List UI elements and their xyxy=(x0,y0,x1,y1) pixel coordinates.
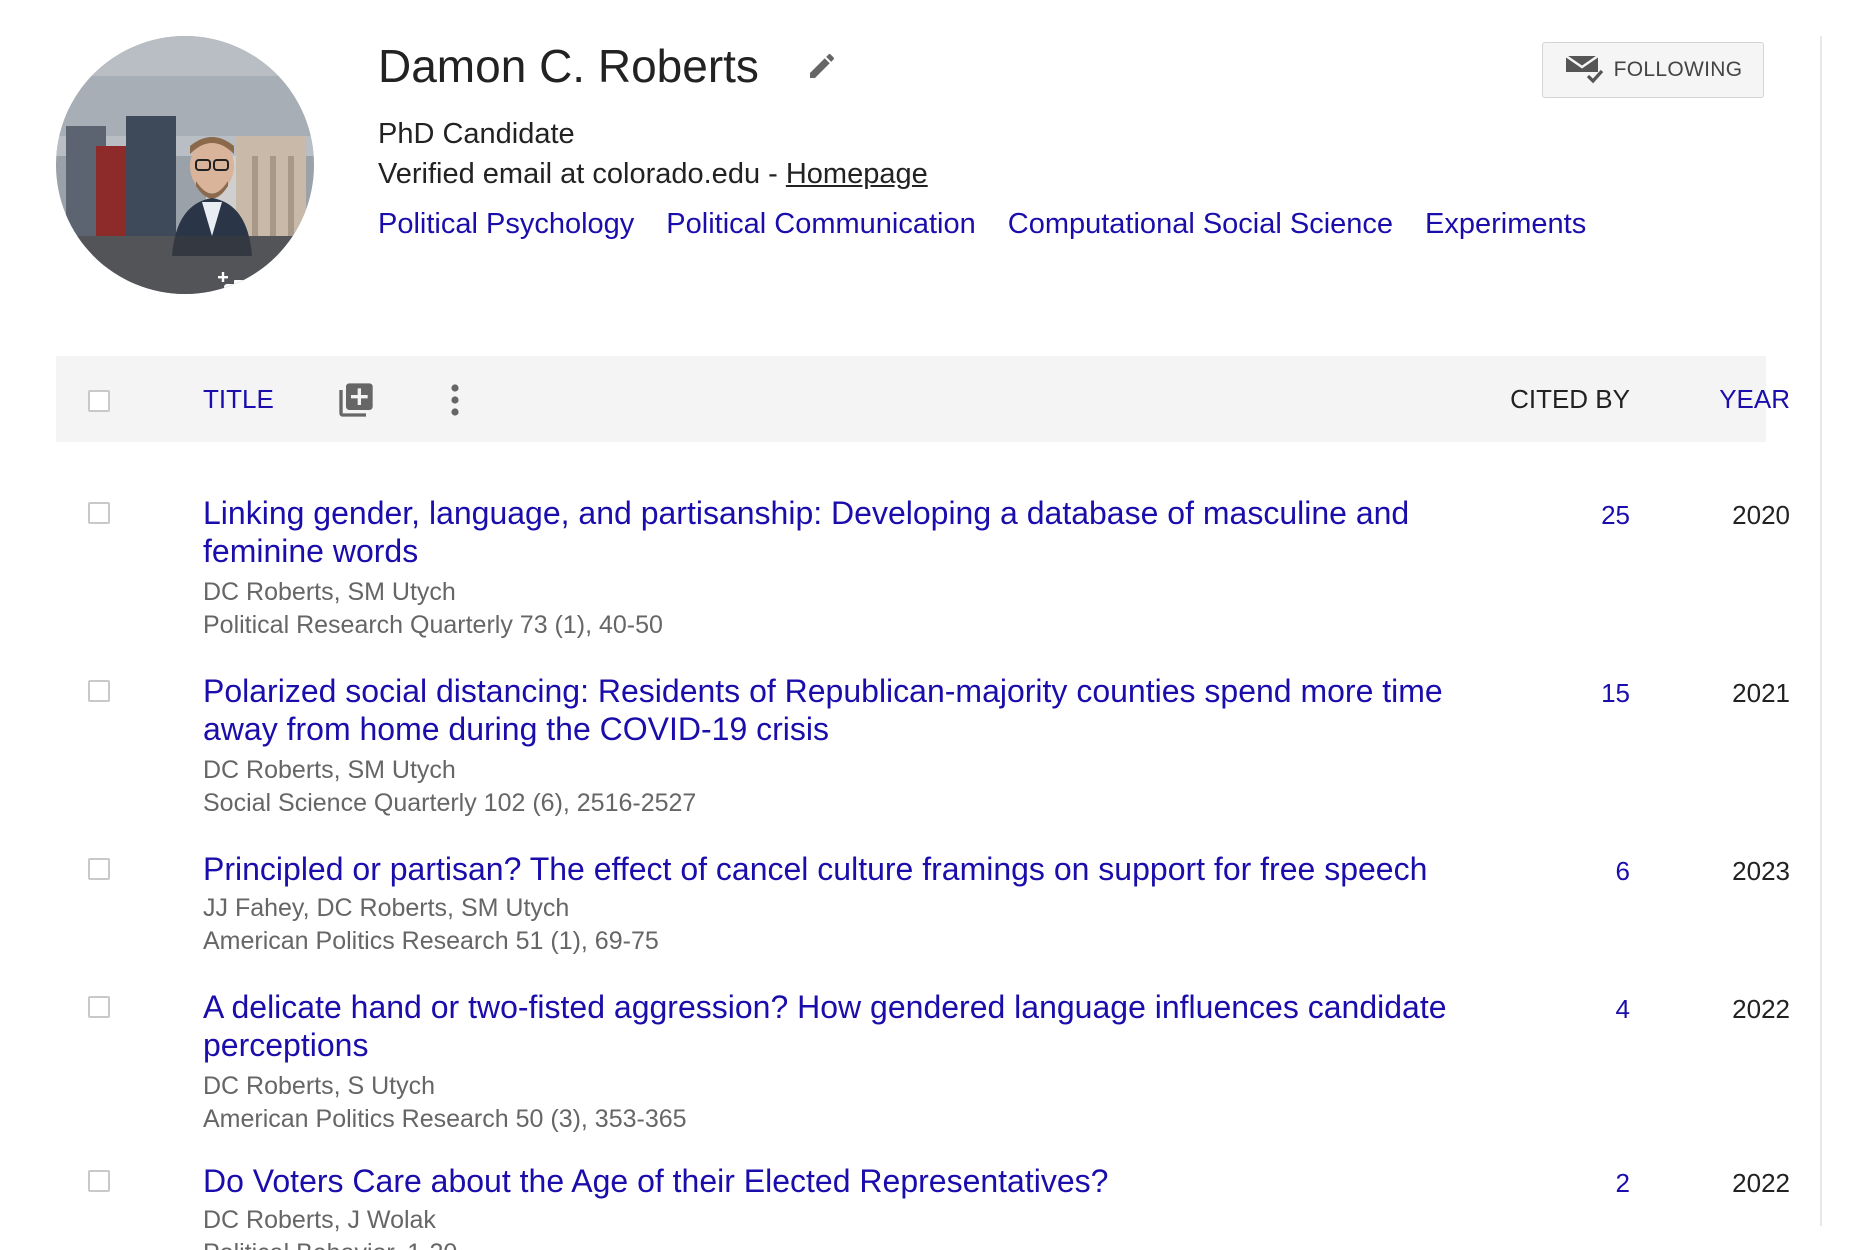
interest-link-political-psychology[interactable]: Political Psychology xyxy=(378,204,634,244)
right-border xyxy=(1820,36,1822,1226)
profile-avatar[interactable] xyxy=(56,36,314,294)
article-year: 2021 xyxy=(1732,678,1790,708)
table-row: Polarized social distancing: Residents o… xyxy=(56,672,1790,817)
cited-by-count-link[interactable]: 6 xyxy=(1452,854,1630,888)
article-venue: American Politics Research 51 (1), 69-75 xyxy=(203,927,659,955)
pencil-icon[interactable] xyxy=(806,50,838,82)
interest-link-computational-social-science[interactable]: Computational Social Science xyxy=(1008,204,1393,244)
article-title-link[interactable]: Polarized social distancing: Residents o… xyxy=(203,672,1473,748)
article-authors: DC Roberts, SM Utych xyxy=(203,756,456,784)
article-year: 2022 xyxy=(1732,994,1790,1024)
scholar-profile-page: Damon C. Roberts PhD Candidate Verified … xyxy=(0,0,1856,1250)
article-authors: DC Roberts, J Wolak xyxy=(203,1206,436,1234)
article-authors: DC Roberts, SM Utych xyxy=(203,578,456,606)
table-row: Principled or partisan? The effect of ca… xyxy=(56,850,1790,955)
table-row: A delicate hand or two-fisted aggression… xyxy=(56,988,1790,1133)
article-venue: Political Behavior, 1-20 xyxy=(203,1237,457,1250)
homepage-link[interactable]: Homepage xyxy=(786,158,928,190)
cited-by-count-link[interactable]: 4 xyxy=(1452,992,1630,1026)
article-venue: American Politics Research 50 (3), 353-3… xyxy=(203,1105,687,1133)
article-title-link[interactable]: Principled or partisan? The effect of ca… xyxy=(203,850,1473,888)
research-interests: Political Psychology Political Communica… xyxy=(378,204,1586,244)
profile-name: Damon C. Roberts xyxy=(378,40,759,92)
table-row: Linking gender, language, and partisansh… xyxy=(56,494,1790,639)
more-vert-icon[interactable] xyxy=(440,380,470,420)
article-venue: Political Research Quarterly 73 (1), 40-… xyxy=(203,611,663,639)
add-to-library-icon[interactable] xyxy=(336,380,376,420)
row-checkbox[interactable] xyxy=(88,996,110,1018)
article-venue: Social Science Quarterly 102 (6), 2516-2… xyxy=(203,789,697,817)
add-photo-icon[interactable] xyxy=(216,272,262,294)
cited-by-header: CITED BY xyxy=(1510,384,1630,414)
profile-affiliation: PhD Candidate xyxy=(378,118,575,150)
cited-by-count-link[interactable]: 15 xyxy=(1452,676,1630,710)
article-year: 2022 xyxy=(1732,1168,1790,1198)
sort-by-title[interactable]: TITLE xyxy=(203,382,274,416)
row-checkbox[interactable] xyxy=(88,1170,110,1192)
article-authors: DC Roberts, S Utych xyxy=(203,1072,436,1100)
following-label: FOLLOWING xyxy=(1613,58,1743,81)
mail-check-icon xyxy=(1564,55,1603,84)
cited-by-count-link[interactable]: 25 xyxy=(1452,498,1630,532)
article-year: 2020 xyxy=(1732,500,1790,530)
article-title-link[interactable]: Do Voters Care about the Age of their El… xyxy=(203,1162,1473,1200)
profile-email-line: Verified email at colorado.edu - Homepag… xyxy=(378,154,928,194)
following-button[interactable]: FOLLOWING xyxy=(1542,42,1764,98)
sort-by-year[interactable]: YEAR xyxy=(1656,382,1790,416)
interest-link-experiments[interactable]: Experiments xyxy=(1425,204,1586,244)
row-checkbox[interactable] xyxy=(88,680,110,702)
cited-by-count-link[interactable]: 2 xyxy=(1452,1166,1630,1200)
row-checkbox[interactable] xyxy=(88,502,110,524)
verified-email-text: Verified email at colorado.edu - xyxy=(378,158,786,190)
interest-link-political-communication[interactable]: Political Communication xyxy=(666,204,975,244)
avatar-photo xyxy=(56,36,314,294)
table-row: Do Voters Care about the Age of their El… xyxy=(56,1162,1790,1250)
articles-table-header: TITLE CITED BY YEAR xyxy=(56,356,1790,442)
select-all-checkbox[interactable] xyxy=(88,390,110,412)
article-authors: JJ Fahey, DC Roberts, SM Utych xyxy=(203,894,570,922)
article-title-link[interactable]: Linking gender, language, and partisansh… xyxy=(203,494,1473,570)
article-year: 2023 xyxy=(1732,856,1790,886)
article-title-link[interactable]: A delicate hand or two-fisted aggression… xyxy=(203,988,1473,1064)
row-checkbox[interactable] xyxy=(88,858,110,880)
